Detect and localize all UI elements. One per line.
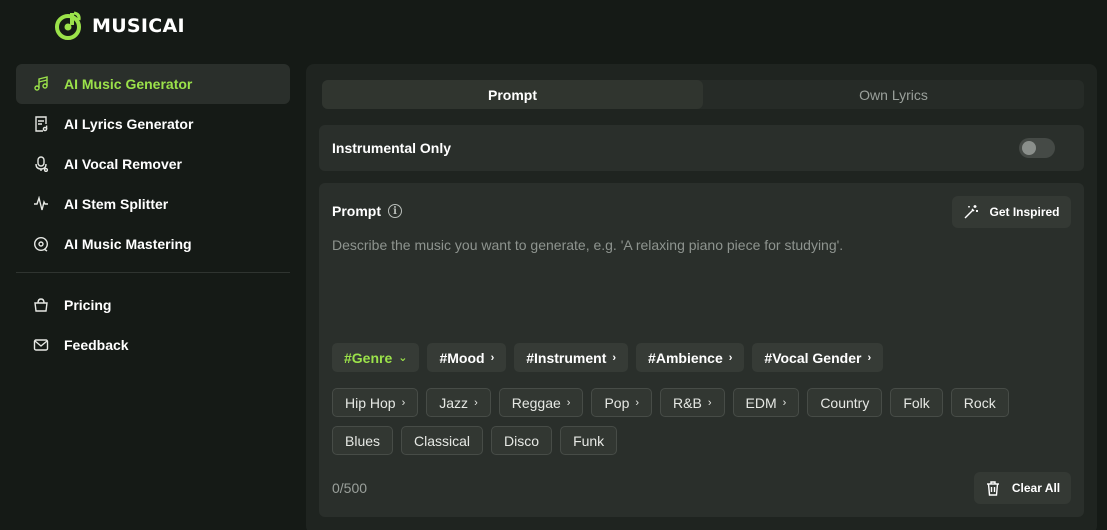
genre-tag-classical[interactable]: Classical	[401, 426, 484, 455]
brand-name: MUSICAI	[92, 15, 185, 37]
sidebar-item-label: AI Vocal Remover	[64, 156, 183, 172]
main-panel: Prompt Own Lyrics Instrumental Only Prom…	[306, 64, 1097, 530]
genre-row: Blues Classical Disco Funk	[332, 426, 1072, 455]
category-row: #Genre ⌄ #Mood › #Instrument › #Ambience…	[332, 343, 884, 372]
genre-label: R&B	[673, 394, 702, 411]
app: MUSICAI AI Music Generator AI Lyrics Gen…	[0, 0, 1107, 530]
genre-label: EDM	[745, 394, 777, 411]
genre-label: Reggae	[511, 394, 561, 411]
music-note-icon	[32, 75, 50, 93]
instrumental-label: Instrumental Only	[332, 140, 452, 156]
sidebar: AI Music Generator AI Lyrics Generator A…	[16, 64, 290, 365]
genre-label: Disco	[504, 432, 540, 449]
prompt-input[interactable]: Describe the music you want to generate,…	[332, 237, 1062, 253]
genre-label: Country	[820, 394, 870, 411]
genre-tag-rock[interactable]: Rock	[950, 388, 1009, 417]
sidebar-item-label: AI Music Generator	[64, 76, 193, 92]
instrumental-row: Instrumental Only	[319, 125, 1084, 171]
sidebar-item-label: AI Music Mastering	[64, 236, 192, 252]
genre-tag-folk[interactable]: Folk	[890, 388, 943, 417]
genre-label: Classical	[414, 432, 471, 449]
sidebar-item-label: Pricing	[64, 297, 112, 313]
tab-prompt[interactable]: Prompt	[322, 80, 703, 109]
genre-label: Hip Hop	[345, 394, 396, 411]
sidebar-item-feedback[interactable]: Feedback	[16, 325, 290, 365]
genre-tag-reggae[interactable]: Reggae ›	[498, 388, 584, 417]
disc-icon	[32, 235, 50, 253]
waveform-icon	[32, 195, 50, 213]
chevron-right-icon: ›	[490, 351, 495, 364]
genre-tag-country[interactable]: Country	[807, 388, 883, 417]
genre-tag-blues[interactable]: Blues	[332, 426, 394, 455]
sidebar-item-label: Feedback	[64, 337, 129, 353]
mode-tabs: Prompt Own Lyrics	[322, 80, 1084, 109]
genre-label: Rock	[963, 394, 996, 411]
sidebar-item-ai-music-generator[interactable]: AI Music Generator	[16, 64, 290, 104]
chevron-right-icon: ›	[707, 396, 712, 409]
genre-tag-pop[interactable]: Pop ›	[591, 388, 653, 417]
genre-tag-rnb[interactable]: R&B ›	[660, 388, 725, 417]
genre-tag-edm[interactable]: EDM ›	[732, 388, 800, 417]
clear-all-label: Clear All	[1011, 481, 1061, 495]
category-label: #Genre	[344, 349, 393, 366]
mic-icon	[32, 155, 50, 173]
mail-icon	[32, 336, 50, 354]
clear-all-button[interactable]: Clear All	[974, 472, 1071, 504]
genre-row: Hip Hop › Jazz › Reggae › Pop › R&B › EDM › Co…	[332, 388, 1072, 417]
chevron-right-icon: ›	[728, 351, 733, 364]
chevron-right-icon: ›	[612, 351, 617, 364]
category-instrument[interactable]: #Instrument ›	[514, 343, 629, 372]
genre-tag-funk[interactable]: Funk	[560, 426, 618, 455]
chevron-right-icon: ›	[635, 396, 640, 409]
genre-label: Pop	[604, 394, 630, 411]
prompt-title: Prompt	[332, 203, 381, 219]
basket-icon	[32, 296, 50, 314]
category-label: #Instrument	[526, 349, 607, 366]
genre-tag-hip-hop[interactable]: Hip Hop ›	[332, 388, 419, 417]
sidebar-item-label: AI Lyrics Generator	[64, 116, 194, 132]
chevron-right-icon: ›	[566, 396, 571, 409]
chevron-right-icon: ›	[401, 396, 406, 409]
genre-tag-disco[interactable]: Disco	[491, 426, 553, 455]
sidebar-item-ai-music-mastering[interactable]: AI Music Mastering	[16, 224, 290, 264]
chevron-right-icon: ›	[867, 351, 872, 364]
category-genre[interactable]: #Genre ⌄	[332, 343, 420, 372]
sidebar-item-label: AI Stem Splitter	[64, 196, 169, 212]
genre-tags: Hip Hop › Jazz › Reggae › Pop › R&B › EDM › Co…	[332, 388, 1072, 464]
chevron-right-icon: ›	[474, 396, 478, 409]
get-inspired-button[interactable]: Get Inspired	[952, 196, 1071, 228]
sidebar-divider	[16, 272, 290, 273]
tab-own-lyrics[interactable]: Own Lyrics	[703, 80, 1084, 109]
logo[interactable]: MUSICAI	[54, 11, 185, 41]
genre-tag-jazz[interactable]: Jazz ›	[426, 388, 491, 417]
category-label: #Ambience	[648, 349, 723, 366]
instrumental-toggle[interactable]	[1019, 138, 1055, 158]
genre-label: Folk	[903, 394, 930, 411]
genre-label: Jazz	[439, 394, 469, 411]
genre-label: Funk	[573, 432, 605, 449]
sidebar-item-ai-stem-splitter[interactable]: AI Stem Splitter	[16, 184, 290, 224]
info-icon[interactable]: i	[388, 204, 402, 218]
category-ambience[interactable]: #Ambience ›	[636, 343, 745, 372]
magic-wand-icon	[964, 205, 979, 219]
logo-icon	[55, 11, 81, 40]
character-counter: 0/500	[332, 480, 368, 496]
trash-icon	[986, 481, 999, 496]
genre-label: Blues	[345, 432, 381, 449]
category-vocal-gender[interactable]: #Vocal Gender ›	[752, 343, 884, 372]
sidebar-item-pricing[interactable]: Pricing	[16, 285, 290, 325]
sidebar-item-ai-vocal-remover[interactable]: AI Vocal Remover	[16, 144, 290, 184]
category-mood[interactable]: #Mood ›	[427, 343, 507, 372]
category-label: #Vocal Gender	[764, 349, 862, 366]
chevron-down-icon: ⌄	[398, 352, 408, 364]
sidebar-item-ai-lyrics-generator[interactable]: AI Lyrics Generator	[16, 104, 290, 144]
get-inspired-label: Get Inspired	[989, 205, 1060, 219]
prompt-header: Prompt i	[332, 203, 402, 219]
lyrics-doc-icon	[32, 115, 50, 133]
prompt-box: Prompt i Get Inspired Describe the music…	[319, 183, 1084, 517]
category-label: #Mood	[439, 349, 485, 366]
toggle-knob	[1022, 141, 1036, 155]
chevron-right-icon: ›	[782, 396, 787, 409]
